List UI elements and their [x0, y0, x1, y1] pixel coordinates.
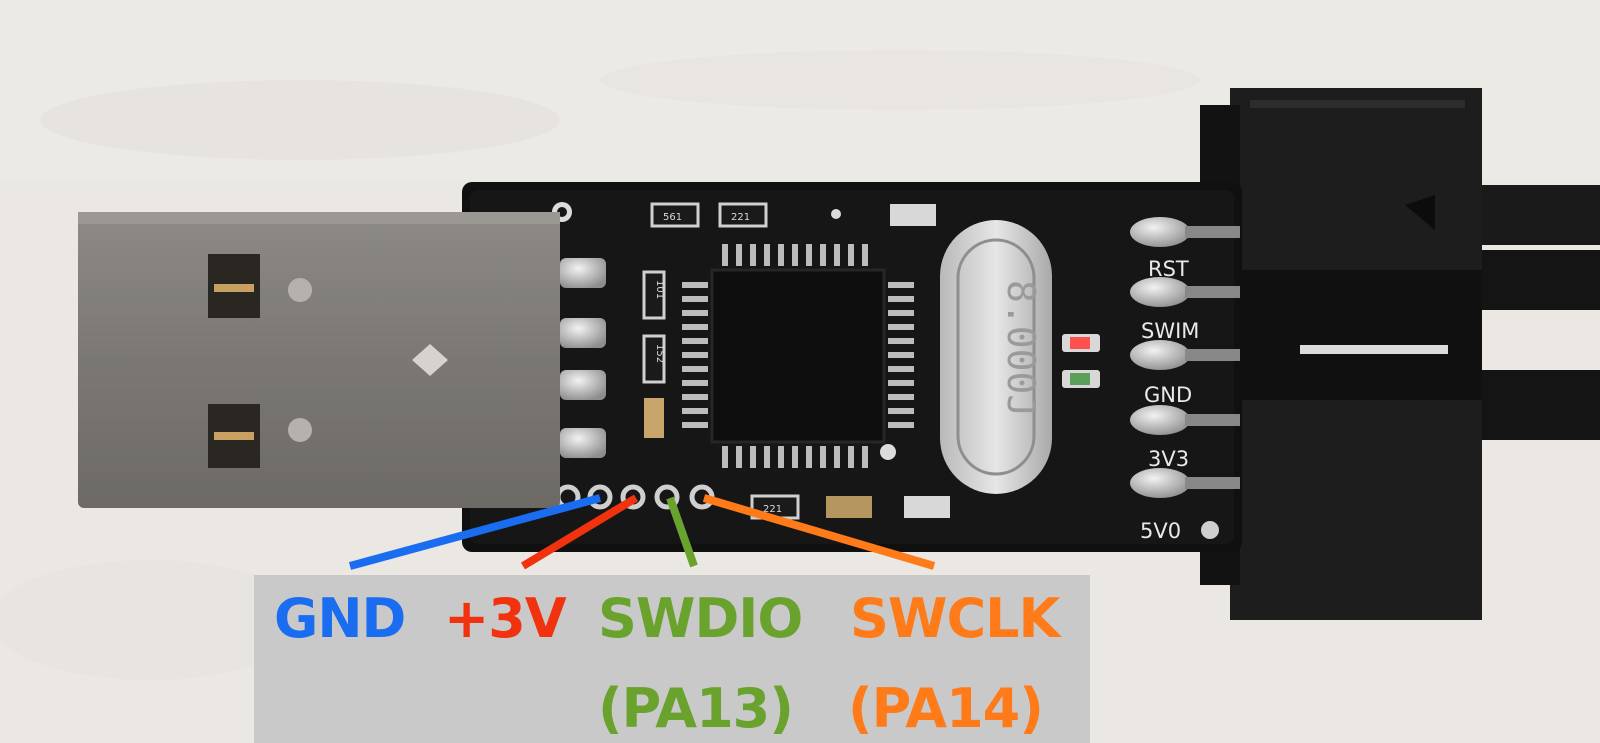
resistor-mark-2: 221	[731, 212, 750, 223]
resistor-mark-1: 561	[663, 212, 682, 223]
resistor-mark-4: 152	[654, 344, 665, 363]
resistor-mark-3: 101	[654, 280, 665, 299]
silk-rst: RST	[1148, 257, 1189, 281]
silk-swim: SWIM	[1141, 319, 1199, 343]
swdio-pin-label: (PA13)	[598, 677, 794, 740]
swclk-pin-label: (PA14)	[848, 677, 1044, 740]
pin-label-panel: GND +3V SWDIO SWCLK (PA13) (PA14)	[254, 575, 1090, 743]
gnd-label: GND	[274, 587, 406, 650]
swdio-label: SWDIO	[598, 587, 803, 650]
crystal-marking: 8.000J	[999, 280, 1043, 417]
usb-a-plug	[78, 212, 560, 508]
silk-gnd: GND	[1144, 383, 1192, 407]
power-label: +3V	[444, 587, 567, 650]
silk-5v0: 5V0	[1140, 519, 1181, 543]
swclk-label: SWCLK	[850, 587, 1060, 650]
microcontroller-chip	[682, 244, 914, 468]
silk-3v3: 3V3	[1148, 447, 1189, 471]
